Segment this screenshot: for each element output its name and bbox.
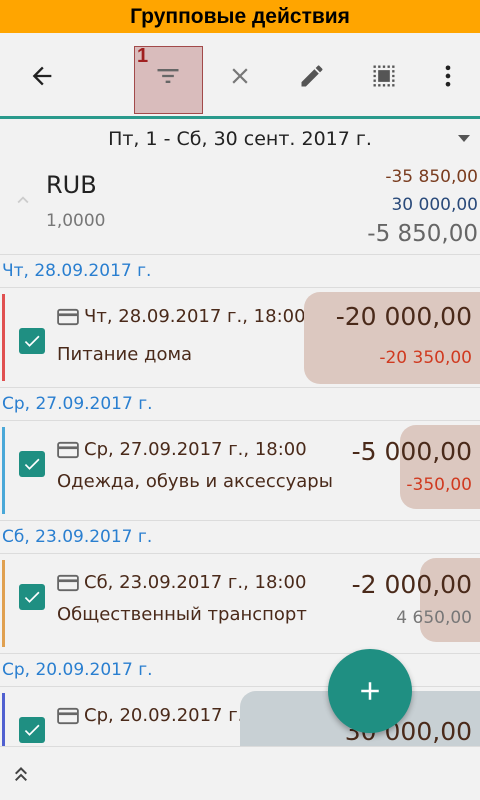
check-icon: [24, 724, 40, 736]
banner-title: Групповые действия: [130, 4, 350, 28]
edit-button[interactable]: [282, 33, 342, 119]
transaction-category: Общественный транспорт: [57, 604, 307, 625]
period-label: Пт, 1 - Сб, 30 сент. 2017 г.: [108, 128, 372, 150]
more-options-button[interactable]: [418, 33, 478, 119]
select-all-button[interactable]: [354, 33, 414, 119]
close-icon: [232, 68, 248, 84]
credit-card-icon: [57, 308, 79, 326]
transaction-balance: -20 350,00: [379, 348, 472, 368]
action-toolbar: 1: [0, 33, 480, 119]
add-transaction-button[interactable]: [328, 649, 412, 733]
credit-card-icon: [57, 441, 79, 459]
bottom-bar: [0, 746, 480, 800]
category-color-stripe: [2, 560, 5, 647]
filter-button[interactable]: [138, 33, 198, 119]
check-icon: [24, 591, 40, 603]
account-total: -5 850,00: [367, 221, 478, 247]
check-icon: [24, 458, 40, 470]
transaction-datetime: Сб, 23.09.2017 г., 18:00: [84, 572, 307, 593]
account-income: 30 000,00: [391, 195, 478, 215]
account-currency: RUB: [46, 171, 97, 199]
filter-icon: [157, 69, 179, 83]
selection-checkbox[interactable]: [19, 584, 45, 610]
expand-button[interactable]: [6, 759, 36, 789]
transaction-balance: -350,00: [406, 475, 472, 495]
period-selector[interactable]: Пт, 1 - Сб, 30 сент. 2017 г.: [0, 119, 480, 159]
chevron-up-icon: [17, 196, 29, 204]
transaction-amount: -20 000,00: [335, 302, 472, 331]
more-vert-icon: [445, 65, 451, 87]
account-rate: 1,0000: [46, 211, 106, 231]
transaction-datetime: Чт, 28.09.2017 г., 18:00: [84, 306, 306, 327]
double-chevron-up-icon: [15, 767, 27, 781]
edit-pencil-icon: [301, 65, 323, 87]
dropdown-arrow-icon: [458, 135, 470, 142]
back-button[interactable]: [12, 33, 72, 119]
select-all-icon: [373, 65, 395, 87]
date-header: Ср, 27.09.2017 г.: [2, 394, 153, 414]
selection-checkbox[interactable]: [19, 717, 45, 743]
category-color-stripe: [2, 427, 5, 514]
selection-checkbox[interactable]: [19, 451, 45, 477]
transaction-amount: -2 000,00: [351, 570, 472, 599]
transaction-category: Питание дома: [57, 344, 193, 365]
credit-card-icon: [57, 574, 79, 592]
transaction-row[interactable]: Чт, 28.09.2017 г., 18:00 Питание дома -2…: [0, 287, 480, 388]
credit-card-icon: [57, 707, 79, 725]
group-actions-banner: Групповые действия: [0, 0, 480, 33]
transaction-row[interactable]: Сб, 23.09.2017 г., 18:00 Общественный тр…: [0, 553, 480, 654]
selection-checkbox[interactable]: [19, 328, 45, 354]
check-icon: [24, 335, 40, 347]
date-header: Сб, 23.09.2017 г.: [2, 527, 153, 547]
transaction-amount: -5 000,00: [351, 437, 472, 466]
category-color-stripe: [2, 294, 5, 381]
account-summary[interactable]: RUB 1,0000 -35 850,00 30 000,00 -5 850,0…: [0, 159, 480, 255]
transaction-balance: 4 650,00: [396, 608, 472, 628]
date-header: Чт, 28.09.2017 г.: [2, 261, 152, 281]
account-expense: -35 850,00: [385, 167, 478, 187]
clear-selection-button[interactable]: [210, 33, 270, 119]
back-arrow-icon: [32, 66, 52, 86]
transaction-category: Одежда, обувь и аксессуары: [57, 471, 333, 492]
transaction-datetime: Ср, 27.09.2017 г., 18:00: [84, 439, 307, 460]
plus-icon: [361, 682, 379, 700]
transaction-row[interactable]: Ср, 27.09.2017 г., 18:00 Одежда, обувь и…: [0, 420, 480, 521]
